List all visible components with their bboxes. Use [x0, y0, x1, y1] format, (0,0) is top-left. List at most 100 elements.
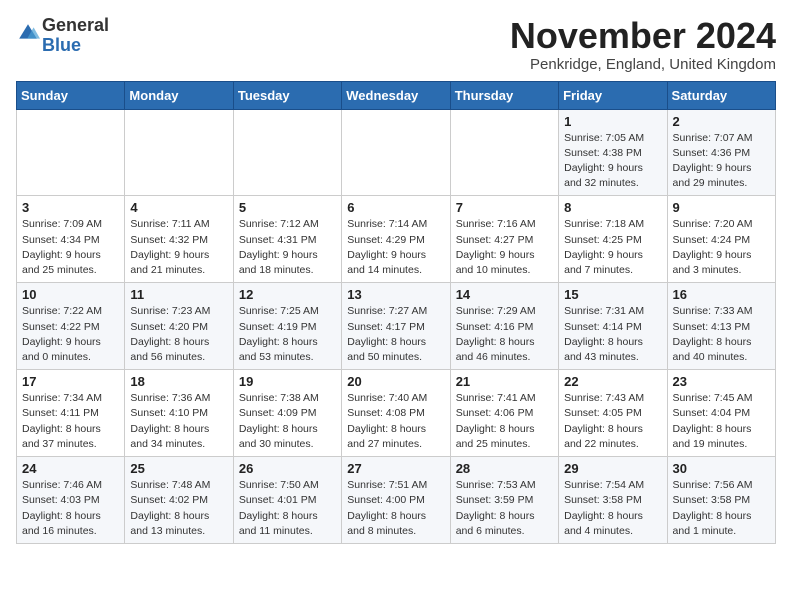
calendar-cell: 10 Sunrise: 7:22 AM Sunset: 4:22 PM Dayli… — [17, 283, 125, 370]
calendar-cell: 27Sunrise: 7:51 AM Sunset: 4:00 PM Dayli… — [342, 457, 450, 544]
day-number: 5 — [239, 200, 336, 215]
calendar-cell: 30Sunrise: 7:56 AM Sunset: 3:58 PM Dayli… — [667, 457, 775, 544]
day-number: 3 — [22, 200, 119, 215]
logo: General Blue — [16, 16, 109, 56]
day-info: Sunrise: 7:40 AM Sunset: 4:08 PM Dayligh… — [347, 391, 444, 452]
day-number: 12 — [239, 287, 336, 302]
calendar-week-row: 10 Sunrise: 7:22 AM Sunset: 4:22 PM Dayli… — [17, 283, 776, 370]
calendar-cell: 9Sunrise: 7:20 AM Sunset: 4:24 PM Daylig… — [667, 196, 775, 283]
weekday-header-row: SundayMondayTuesdayWednesdayThursdayFrid… — [17, 81, 776, 109]
day-info: Sunrise: 7:20 AM Sunset: 4:24 PM Dayligh… — [673, 217, 770, 278]
calendar-cell: 17 Sunrise: 7:34 AM Sunset: 4:11 PM Dayli… — [17, 370, 125, 457]
title-block: November 2024 Penkridge, England, United… — [510, 16, 776, 73]
day-number: 23 — [673, 374, 770, 389]
day-number: 10 — [22, 287, 119, 302]
calendar-cell: 3 Sunrise: 7:09 AM Sunset: 4:34 PM Daylig… — [17, 196, 125, 283]
calendar-cell: 15 Sunrise: 7:31 AM Sunset: 4:14 PM Dayli… — [559, 283, 667, 370]
day-info: Sunrise: 7:29 AM Sunset: 4:16 PM Dayligh… — [456, 304, 553, 365]
day-info: Sunrise: 7:16 AM Sunset: 4:27 PM Dayligh… — [456, 217, 553, 278]
day-info: Sunrise: 7:51 AM Sunset: 4:00 PM Dayligh… — [347, 478, 444, 539]
day-info: Sunrise: 7:09 AM Sunset: 4:34 PM Dayligh… — [22, 217, 119, 278]
day-info: Sunrise: 7:41 AM Sunset: 4:06 PM Dayligh… — [456, 391, 553, 452]
calendar-cell: 7Sunrise: 7:16 AM Sunset: 4:27 PM Daylig… — [450, 196, 558, 283]
day-number: 8 — [564, 200, 661, 215]
day-info: Sunrise: 7:34 AM Sunset: 4:11 PM Dayligh… — [22, 391, 119, 452]
page-header: General Blue November 2024 Penkridge, En… — [16, 16, 776, 73]
calendar-cell: 1Sunrise: 7:05 AM Sunset: 4:38 PM Daylig… — [559, 109, 667, 196]
calendar-cell: 18 Sunrise: 7:36 AM Sunset: 4:10 PM Dayli… — [125, 370, 233, 457]
calendar-cell: 19Sunrise: 7:38 AM Sunset: 4:09 PM Dayli… — [233, 370, 341, 457]
calendar-cell: 29Sunrise: 7:54 AM Sunset: 3:58 PM Dayli… — [559, 457, 667, 544]
day-info: Sunrise: 7:53 AM Sunset: 3:59 PM Dayligh… — [456, 478, 553, 539]
month-title: November 2024 — [510, 16, 776, 56]
day-number: 22 — [564, 374, 661, 389]
day-number: 15 — [564, 287, 661, 302]
weekday-header-wednesday: Wednesday — [342, 81, 450, 109]
calendar-cell: 24 Sunrise: 7:46 AM Sunset: 4:03 PM Dayli… — [17, 457, 125, 544]
day-number: 20 — [347, 374, 444, 389]
calendar-header: SundayMondayTuesdayWednesdayThursdayFrid… — [17, 81, 776, 109]
calendar-week-row: 24 Sunrise: 7:46 AM Sunset: 4:03 PM Dayli… — [17, 457, 776, 544]
weekday-header-tuesday: Tuesday — [233, 81, 341, 109]
calendar-cell — [342, 109, 450, 196]
calendar-body: 1Sunrise: 7:05 AM Sunset: 4:38 PM Daylig… — [17, 109, 776, 543]
day-number: 14 — [456, 287, 553, 302]
calendar-cell: 21 Sunrise: 7:41 AM Sunset: 4:06 PM Dayli… — [450, 370, 558, 457]
day-info: Sunrise: 7:14 AM Sunset: 4:29 PM Dayligh… — [347, 217, 444, 278]
logo-blue-text: Blue — [42, 35, 81, 55]
day-info: Sunrise: 7:27 AM Sunset: 4:17 PM Dayligh… — [347, 304, 444, 365]
day-number: 29 — [564, 461, 661, 476]
day-number: 18 — [130, 374, 227, 389]
day-number: 6 — [347, 200, 444, 215]
day-info: Sunrise: 7:38 AM Sunset: 4:09 PM Dayligh… — [239, 391, 336, 452]
day-number: 17 — [22, 374, 119, 389]
day-number: 24 — [22, 461, 119, 476]
day-info: Sunrise: 7:33 AM Sunset: 4:13 PM Dayligh… — [673, 304, 770, 365]
calendar-cell — [125, 109, 233, 196]
calendar-cell: 28 Sunrise: 7:53 AM Sunset: 3:59 PM Dayli… — [450, 457, 558, 544]
calendar-cell: 22 Sunrise: 7:43 AM Sunset: 4:05 PM Dayli… — [559, 370, 667, 457]
calendar-cell: 2Sunrise: 7:07 AM Sunset: 4:36 PM Daylig… — [667, 109, 775, 196]
day-info: Sunrise: 7:25 AM Sunset: 4:19 PM Dayligh… — [239, 304, 336, 365]
day-info: Sunrise: 7:48 AM Sunset: 4:02 PM Dayligh… — [130, 478, 227, 539]
day-number: 13 — [347, 287, 444, 302]
weekday-header-sunday: Sunday — [17, 81, 125, 109]
day-info: Sunrise: 7:56 AM Sunset: 3:58 PM Dayligh… — [673, 478, 770, 539]
calendar-cell — [233, 109, 341, 196]
day-info: Sunrise: 7:22 AM Sunset: 4:22 PM Dayligh… — [22, 304, 119, 365]
calendar-table: SundayMondayTuesdayWednesdayThursdayFrid… — [16, 81, 776, 544]
day-info: Sunrise: 7:07 AM Sunset: 4:36 PM Dayligh… — [673, 131, 770, 192]
logo-general-text: General — [42, 15, 109, 35]
calendar-cell: 26 Sunrise: 7:50 AM Sunset: 4:01 PM Dayli… — [233, 457, 341, 544]
day-number: 21 — [456, 374, 553, 389]
calendar-cell: 14 Sunrise: 7:29 AM Sunset: 4:16 PM Dayli… — [450, 283, 558, 370]
day-number: 28 — [456, 461, 553, 476]
day-info: Sunrise: 7:46 AM Sunset: 4:03 PM Dayligh… — [22, 478, 119, 539]
calendar-cell — [450, 109, 558, 196]
day-info: Sunrise: 7:11 AM Sunset: 4:32 PM Dayligh… — [130, 217, 227, 278]
calendar-cell: 23Sunrise: 7:45 AM Sunset: 4:04 PM Dayli… — [667, 370, 775, 457]
day-info: Sunrise: 7:05 AM Sunset: 4:38 PM Dayligh… — [564, 131, 661, 192]
calendar-cell: 25 Sunrise: 7:48 AM Sunset: 4:02 PM Dayli… — [125, 457, 233, 544]
day-number: 25 — [130, 461, 227, 476]
calendar-cell: 4Sunrise: 7:11 AM Sunset: 4:32 PM Daylig… — [125, 196, 233, 283]
location-text: Penkridge, England, United Kingdom — [510, 56, 776, 73]
day-info: Sunrise: 7:43 AM Sunset: 4:05 PM Dayligh… — [564, 391, 661, 452]
calendar-cell: 13 Sunrise: 7:27 AM Sunset: 4:17 PM Dayli… — [342, 283, 450, 370]
logo-icon — [16, 21, 40, 45]
day-info: Sunrise: 7:50 AM Sunset: 4:01 PM Dayligh… — [239, 478, 336, 539]
calendar-week-row: 1Sunrise: 7:05 AM Sunset: 4:38 PM Daylig… — [17, 109, 776, 196]
weekday-header-saturday: Saturday — [667, 81, 775, 109]
calendar-cell: 16Sunrise: 7:33 AM Sunset: 4:13 PM Dayli… — [667, 283, 775, 370]
calendar-cell: 20 Sunrise: 7:40 AM Sunset: 4:08 PM Dayli… — [342, 370, 450, 457]
day-info: Sunrise: 7:12 AM Sunset: 4:31 PM Dayligh… — [239, 217, 336, 278]
day-number: 26 — [239, 461, 336, 476]
calendar-cell: 5 Sunrise: 7:12 AM Sunset: 4:31 PM Daylig… — [233, 196, 341, 283]
day-info: Sunrise: 7:23 AM Sunset: 4:20 PM Dayligh… — [130, 304, 227, 365]
calendar-cell: 6 Sunrise: 7:14 AM Sunset: 4:29 PM Daylig… — [342, 196, 450, 283]
day-info: Sunrise: 7:36 AM Sunset: 4:10 PM Dayligh… — [130, 391, 227, 452]
day-info: Sunrise: 7:31 AM Sunset: 4:14 PM Dayligh… — [564, 304, 661, 365]
calendar-cell: 11Sunrise: 7:23 AM Sunset: 4:20 PM Dayli… — [125, 283, 233, 370]
weekday-header-thursday: Thursday — [450, 81, 558, 109]
calendar-cell — [17, 109, 125, 196]
